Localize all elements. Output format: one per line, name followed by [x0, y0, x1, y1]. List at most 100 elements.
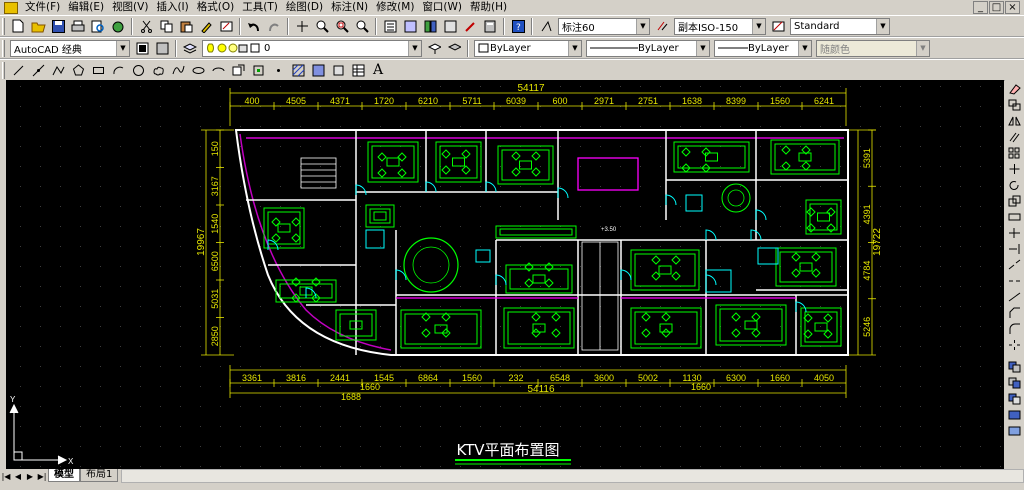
- scale-icon[interactable]: [1007, 195, 1022, 209]
- chamfer-icon[interactable]: [1007, 307, 1022, 321]
- print-icon[interactable]: [70, 18, 86, 34]
- polyline-icon[interactable]: [50, 62, 66, 78]
- dimstyle-select[interactable]: 标注60 ▼: [558, 17, 650, 35]
- zoom-window-icon[interactable]: [334, 18, 350, 34]
- workspace-select[interactable]: AutoCAD 经典 ▼: [10, 39, 130, 57]
- plot-preview-icon[interactable]: [90, 18, 106, 34]
- bring-front-icon[interactable]: [1007, 377, 1022, 391]
- lineweight-select[interactable]: ByLayer ▼: [714, 39, 812, 57]
- break-at-point-icon[interactable]: [1007, 259, 1022, 273]
- point-icon[interactable]: [270, 62, 286, 78]
- spline-icon[interactable]: [170, 62, 186, 78]
- make-current-layer-icon[interactable]: [426, 40, 442, 56]
- fillet-icon[interactable]: [1007, 323, 1022, 337]
- cut-icon[interactable]: [138, 18, 154, 34]
- gradient-icon[interactable]: [310, 62, 326, 78]
- tab-model[interactable]: 模型: [48, 469, 80, 482]
- table-icon[interactable]: [350, 62, 366, 78]
- layer-select[interactable]: 0 ▼: [202, 39, 422, 57]
- block-editor-icon[interactable]: [218, 18, 234, 34]
- menu-edit[interactable]: 编辑(E): [64, 0, 108, 15]
- menu-window[interactable]: 窗口(W): [418, 0, 466, 15]
- workspace-save-icon[interactable]: [154, 40, 170, 56]
- erase-icon[interactable]: [1007, 83, 1022, 97]
- sheet-set-icon[interactable]: [442, 18, 458, 34]
- copy-icon[interactable]: [158, 18, 174, 34]
- help-icon[interactable]: ?: [510, 18, 526, 34]
- menu-view[interactable]: 视图(V): [108, 0, 152, 15]
- dimstyle-icon[interactable]: [538, 18, 554, 34]
- color-select[interactable]: ByLayer ▼: [474, 39, 582, 57]
- explode-icon[interactable]: [1007, 339, 1022, 353]
- ellipse-icon[interactable]: [190, 62, 206, 78]
- menu-format[interactable]: 格式(O): [193, 0, 238, 15]
- prev-tab-icon[interactable]: ◀: [12, 471, 24, 483]
- join-icon[interactable]: [1007, 291, 1022, 305]
- save-icon[interactable]: [50, 18, 66, 34]
- close-button[interactable]: ×: [1005, 1, 1020, 14]
- bring-above-icon[interactable]: [1007, 409, 1022, 423]
- new-file-icon[interactable]: [10, 18, 26, 34]
- menu-dimension[interactable]: 标注(N): [327, 0, 372, 15]
- circle-icon[interactable]: [130, 62, 146, 78]
- open-file-icon[interactable]: [30, 18, 46, 34]
- menu-modify[interactable]: 修改(M): [372, 0, 418, 15]
- restore-button[interactable]: □: [989, 1, 1004, 14]
- make-block-icon[interactable]: [250, 62, 266, 78]
- polygon-icon[interactable]: [70, 62, 86, 78]
- toolbar-grip[interactable]: [2, 39, 5, 57]
- markup-icon[interactable]: [462, 18, 478, 34]
- menu-file[interactable]: 文件(F): [21, 0, 64, 15]
- construction-line-icon[interactable]: [30, 62, 46, 78]
- toolbar-grip[interactable]: [2, 17, 5, 35]
- stretch-icon[interactable]: [1007, 211, 1022, 225]
- linetype-select[interactable]: ByLayer ▼: [586, 39, 710, 57]
- menu-help[interactable]: 帮助(H): [466, 0, 511, 15]
- drawing-canvas[interactable]: 54117 400 4505 4371 1720 6210 5711 6039 600 2971…: [6, 80, 1004, 469]
- publish-icon[interactable]: [110, 18, 126, 34]
- tab-layout1[interactable]: 布局1: [80, 469, 119, 482]
- copy-object-icon[interactable]: [1007, 99, 1022, 113]
- move-icon[interactable]: [1007, 163, 1022, 177]
- extend-icon[interactable]: [1007, 243, 1022, 257]
- pan-icon[interactable]: [294, 18, 310, 34]
- textstyle-icon[interactable]: [654, 18, 670, 34]
- array-icon[interactable]: [1007, 147, 1022, 161]
- minimize-button[interactable]: _: [973, 1, 988, 14]
- zoom-realtime-icon[interactable]: [314, 18, 330, 34]
- layer-previous-icon[interactable]: [446, 40, 462, 56]
- undo-icon[interactable]: [246, 18, 262, 34]
- hatch-icon[interactable]: [290, 62, 306, 78]
- draworder-icon[interactable]: [1007, 361, 1022, 375]
- send-under-icon[interactable]: [1007, 425, 1022, 439]
- properties-icon[interactable]: [382, 18, 398, 34]
- floor-plan-drawing[interactable]: 54117 400 4505 4371 1720 6210 5711 6039 600 2971…: [6, 80, 1004, 469]
- menu-insert[interactable]: 插入(I): [152, 0, 192, 15]
- region-icon[interactable]: [330, 62, 346, 78]
- paste-icon[interactable]: [178, 18, 194, 34]
- tablestyle-icon[interactable]: [770, 18, 786, 34]
- toolbar-grip[interactable]: [2, 61, 5, 79]
- last-tab-icon[interactable]: ▶|: [36, 471, 48, 483]
- ellipse-arc-icon[interactable]: [210, 62, 226, 78]
- mirror-icon[interactable]: [1007, 115, 1022, 129]
- rectangle-icon[interactable]: [90, 62, 106, 78]
- next-tab-icon[interactable]: ▶: [24, 471, 36, 483]
- app-icon[interactable]: [4, 1, 18, 14]
- revision-cloud-icon[interactable]: [150, 62, 166, 78]
- menu-tools[interactable]: 工具(T): [238, 0, 282, 15]
- layer-manager-icon[interactable]: [182, 40, 198, 56]
- multiline-text-icon[interactable]: A: [370, 62, 386, 78]
- tablestyle-select[interactable]: Standard ▼: [790, 17, 890, 35]
- break-icon[interactable]: [1007, 275, 1022, 289]
- offset-icon[interactable]: [1007, 131, 1022, 145]
- horizontal-scrollbar[interactable]: [121, 469, 1024, 483]
- menu-draw[interactable]: 绘图(D): [282, 0, 327, 15]
- zoom-previous-icon[interactable]: [354, 18, 370, 34]
- textstyle-select[interactable]: 副本ISO-150 ▼: [674, 17, 766, 35]
- match-properties-icon[interactable]: [198, 18, 214, 34]
- rotate-icon[interactable]: [1007, 179, 1022, 193]
- workspace-settings-icon[interactable]: [134, 40, 150, 56]
- redo-icon[interactable]: [266, 18, 282, 34]
- calculator-icon[interactable]: [482, 18, 498, 34]
